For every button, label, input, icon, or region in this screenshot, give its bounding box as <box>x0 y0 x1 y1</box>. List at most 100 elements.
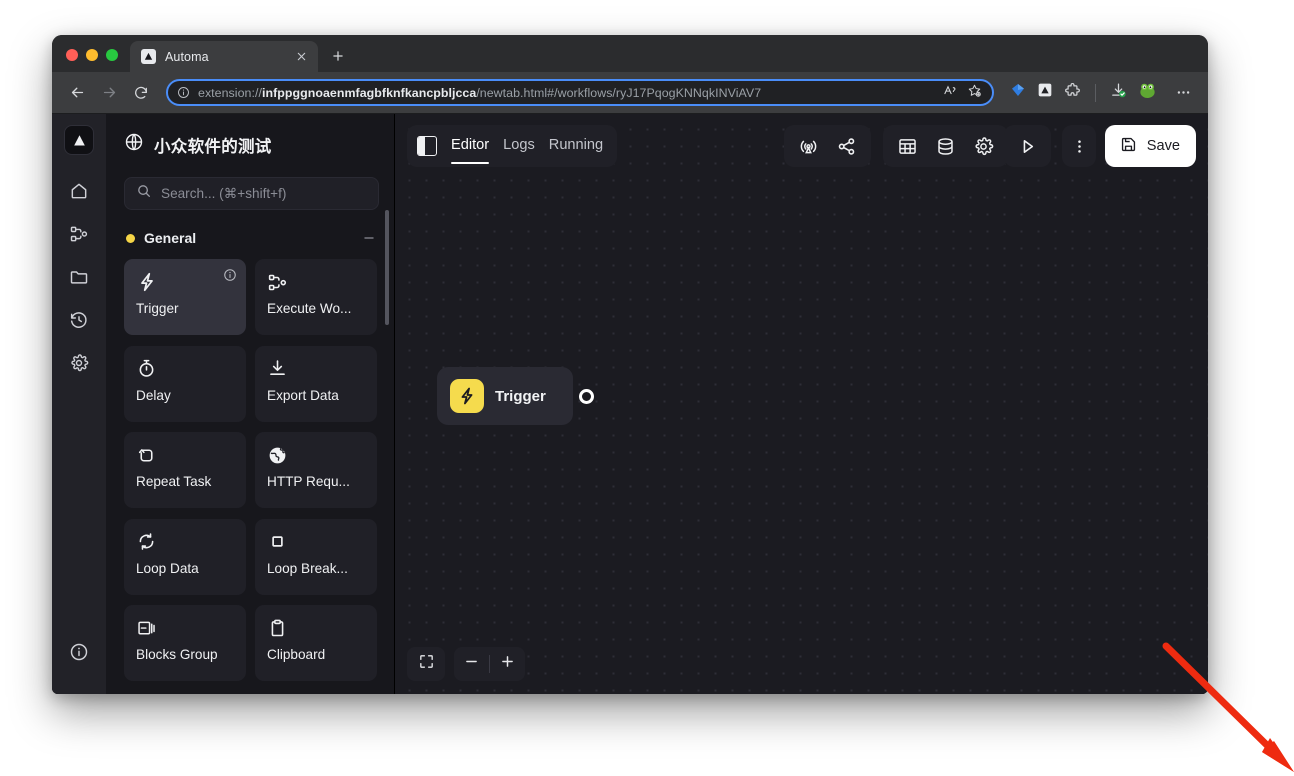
window-controls[interactable] <box>52 49 130 72</box>
more-horizontal-icon[interactable] <box>1168 78 1198 108</box>
sidebar-item-folders[interactable] <box>62 262 96 296</box>
workflow-canvas[interactable]: Editor Logs Running Save Trigger <box>395 114 1208 694</box>
sidebar-item-about[interactable] <box>62 637 96 671</box>
block-group-header[interactable]: General <box>106 210 395 246</box>
fit-view-button[interactable] <box>407 647 445 681</box>
block-card-export-data[interactable]: Export Data <box>255 345 377 422</box>
tab-logs[interactable]: Logs <box>503 137 535 155</box>
profile-avatar-icon[interactable] <box>1138 81 1157 105</box>
block-card-loop-breakpoint[interactable]: Loop Break... <box>255 518 377 595</box>
search-placeholder: Search... (⌘+shift+f) <box>161 185 287 201</box>
app-rail <box>52 114 106 694</box>
block-label: Delay <box>136 387 171 403</box>
block-label: Repeat Task <box>136 474 212 490</box>
database-icon[interactable] <box>935 136 956 157</box>
toolbar-group-run <box>1004 125 1051 167</box>
group-color-dot <box>126 233 135 243</box>
maximize-window-button[interactable] <box>106 49 118 61</box>
block-card-trigger[interactable]: Trigger <box>124 259 246 335</box>
folder-icon <box>69 267 89 292</box>
block-card-execute-workflow[interactable]: Execute Wo... <box>255 259 377 335</box>
workflow-nodes-icon <box>69 224 89 249</box>
more-vertical-icon[interactable] <box>1062 125 1096 167</box>
extensions-puzzle-icon[interactable] <box>1064 82 1081 104</box>
address-bar[interactable]: extension://infppggnoaenmfagbfknfkancpbl… <box>166 79 994 106</box>
download-icon <box>267 357 366 381</box>
blocks-grid: Trigger Execute Wo... Delay Export Data … <box>106 246 395 694</box>
zoom-out-button[interactable] <box>454 647 489 681</box>
block-label: Clipboard <box>267 647 326 663</box>
home-icon <box>69 181 89 206</box>
block-card-repeat-task[interactable]: Repeat Task <box>124 432 246 509</box>
close-window-button[interactable] <box>66 49 78 61</box>
sidebar-item-history[interactable] <box>62 305 96 339</box>
close-icon[interactable] <box>292 48 310 66</box>
share-icon[interactable] <box>836 136 857 157</box>
sidebar-item-workflows[interactable] <box>62 219 96 253</box>
block-label: Loop Break... <box>267 560 348 576</box>
new-tab-button[interactable] <box>324 42 352 70</box>
minimize-window-button[interactable] <box>86 49 98 61</box>
table-icon[interactable] <box>897 136 918 157</box>
plus-icon <box>499 653 516 675</box>
gear-icon <box>69 353 89 378</box>
automa-extension-icon[interactable] <box>1037 82 1053 103</box>
address-bar-url: extension://infppggnoaenmfagbfknfkancpbl… <box>198 86 935 100</box>
block-card-clipboard[interactable]: Clipboard <box>255 605 377 682</box>
sidebar-scrollbar[interactable] <box>385 210 389 325</box>
blocks-sidebar: 小众软件的测试 Search... (⌘+shift+f) General Tr… <box>106 114 395 694</box>
block-card-http-request[interactable]: HTTP Requ... <box>255 432 377 509</box>
workflow-nodes-icon <box>267 270 366 294</box>
block-label: Execute Wo... <box>267 301 352 316</box>
save-button-label: Save <box>1146 138 1180 154</box>
block-card-blocks-group[interactable]: Blocks Group <box>124 605 246 682</box>
panel-toggle-icon[interactable] <box>417 136 437 156</box>
zoom-buttons <box>454 647 525 681</box>
automa-logo-icon[interactable] <box>64 125 94 155</box>
workflow-title-row: 小众软件的测试 <box>106 114 395 157</box>
canvas-zoom-controls <box>407 647 525 681</box>
browser-window: Automa extension://infppggnoaenmfagbfknf… <box>52 35 1208 694</box>
minus-icon[interactable] <box>361 230 377 246</box>
broadcast-icon[interactable] <box>798 136 819 157</box>
downloads-icon[interactable] <box>1110 82 1127 104</box>
sidebar-item-settings[interactable] <box>62 348 96 382</box>
arrow-left-icon[interactable] <box>62 78 92 108</box>
info-circle-icon[interactable] <box>223 268 237 282</box>
address-bar-actions <box>943 83 982 103</box>
browser-tab[interactable]: Automa <box>130 41 318 72</box>
block-card-delay[interactable]: Delay <box>124 345 246 422</box>
block-group-label: General <box>144 230 197 246</box>
globe-filled-icon <box>267 443 366 467</box>
browser-tabstrip: Automa <box>52 35 1208 72</box>
output-handle[interactable] <box>579 389 594 404</box>
clipboard-icon <box>267 616 366 640</box>
automa-logo-icon <box>141 49 156 64</box>
diamond-extension-icon[interactable] <box>1010 82 1026 103</box>
search-input[interactable]: Search... (⌘+shift+f) <box>124 177 379 210</box>
toolbar-divider <box>1095 83 1096 102</box>
tab-running[interactable]: Running <box>549 137 603 155</box>
globe-icon <box>124 132 144 157</box>
save-button[interactable]: Save <box>1104 125 1196 167</box>
info-circle-icon[interactable] <box>177 86 190 99</box>
toolbar-group-data <box>883 125 1008 167</box>
zoom-in-button[interactable] <box>490 647 525 681</box>
read-aloud-icon[interactable] <box>943 83 958 103</box>
clock-history-icon <box>69 310 89 335</box>
block-label: Loop Data <box>136 560 199 576</box>
block-label: Trigger <box>136 301 179 316</box>
gear-icon[interactable] <box>973 136 994 157</box>
play-icon[interactable] <box>1017 136 1038 157</box>
stopwatch-icon <box>136 357 235 381</box>
block-card-loop-data[interactable]: Loop Data <box>124 518 246 595</box>
star-add-icon[interactable] <box>967 83 982 103</box>
block-label: Export Data <box>267 387 339 403</box>
editor-tabbar: Editor Logs Running <box>407 125 618 167</box>
sidebar-item-home[interactable] <box>62 176 96 210</box>
workflow-node-trigger[interactable]: Trigger <box>437 367 573 425</box>
tab-editor[interactable]: Editor <box>451 137 490 164</box>
reload-icon[interactable] <box>126 78 156 108</box>
automa-app: 小众软件的测试 Search... (⌘+shift+f) General Tr… <box>52 114 1208 694</box>
arrow-right-icon[interactable] <box>94 78 124 108</box>
